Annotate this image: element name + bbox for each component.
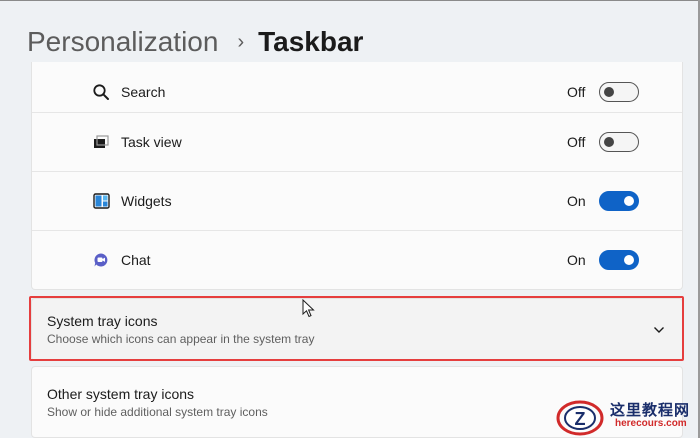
watermark-logo-icon: Z — [556, 400, 604, 436]
system-tray-icons-subtitle: Choose which icons can appear in the sys… — [47, 332, 315, 346]
search-toggle[interactable] — [599, 81, 639, 102]
other-system-tray-icons-subtitle: Show or hide additional system tray icon… — [47, 405, 268, 419]
toggle-knob — [624, 255, 634, 265]
toggle-knob — [604, 86, 614, 97]
watermark-title: 这里教程网 — [610, 402, 691, 419]
widgets-toggle[interactable] — [599, 191, 639, 211]
chat-label: Chat — [121, 252, 151, 268]
widgets-icon — [92, 192, 110, 210]
task-view-state-text: Off — [567, 134, 586, 150]
chat-state-text: On — [567, 252, 586, 268]
svg-text:Z: Z — [575, 409, 586, 429]
window-top-border — [0, 0, 700, 1]
task-view-label: Task view — [121, 134, 182, 150]
task-view-toggle[interactable] — [599, 132, 639, 152]
breadcrumb: Personalization › Taskbar — [27, 22, 363, 62]
toggle-knob — [624, 196, 634, 206]
system-tray-icons-expander[interactable]: System tray icons Choose which icons can… — [31, 298, 683, 361]
chat-toggle[interactable] — [599, 250, 639, 270]
chat-icon — [92, 251, 110, 269]
page-title: Taskbar — [258, 26, 364, 57]
setting-row-chat: Chat On — [32, 230, 682, 289]
watermark-url: herecours.com — [615, 418, 687, 429]
widgets-label: Widgets — [121, 193, 172, 209]
taskbar-items-panel: Search Off Task view Off Widgets On Chat… — [31, 62, 683, 290]
widgets-state-text: On — [567, 193, 586, 209]
breadcrumb-personalization[interactable]: Personalization — [27, 26, 218, 58]
setting-row-task-view: Task view Off — [32, 112, 682, 171]
search-label: Search — [121, 83, 166, 100]
setting-row-widgets: Widgets On — [32, 171, 682, 230]
breadcrumb-separator-icon: › — [237, 30, 245, 53]
search-icon — [92, 83, 110, 101]
watermark: Z 这里教程网 herecours.com — [553, 396, 698, 438]
search-state-text: Off — [567, 83, 586, 100]
chevron-down-icon[interactable] — [652, 323, 666, 337]
toggle-knob — [604, 137, 614, 147]
mouse-cursor-icon — [302, 298, 316, 319]
task-view-icon — [92, 133, 110, 151]
other-system-tray-icons-title: Other system tray icons — [47, 386, 195, 402]
system-tray-icons-title: System tray icons — [47, 313, 158, 329]
